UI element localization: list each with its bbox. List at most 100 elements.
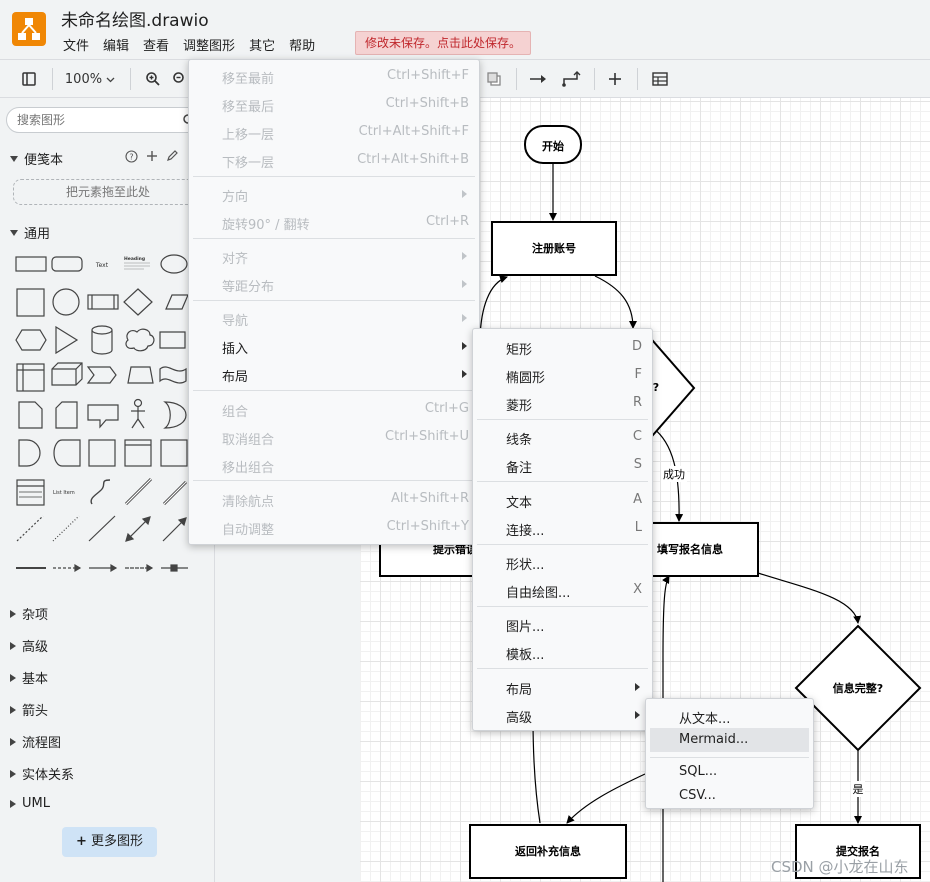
menu-item-layout[interactable]: 布局 — [189, 361, 479, 387]
shape-callout[interactable] — [87, 404, 119, 429]
shape-delay[interactable] — [18, 439, 41, 467]
shape-trapezoid[interactable] — [127, 366, 154, 384]
scratchpad-drop-zone[interactable]: 把元素拖至此处 — [13, 179, 203, 205]
to-back-icon[interactable] — [484, 68, 504, 90]
general-shape-palette[interactable]: Text Heading List Item — [0, 248, 215, 578]
advanced-mermaid[interactable]: Mermaid... — [650, 728, 809, 752]
shape-step[interactable] — [86, 366, 117, 384]
shape-cylinder[interactable] — [91, 325, 113, 355]
add-icon[interactable] — [146, 150, 158, 166]
shapes-sidebar: 便笺本 ? 把元素拖至此处 通用 — [0, 98, 215, 882]
more-shapes-button[interactable]: + 更多图形 — [62, 827, 157, 857]
shape-triangle[interactable] — [55, 325, 79, 355]
insert-rhombus[interactable]: 菱形 R — [473, 390, 652, 416]
sidebar-section-entity-relation[interactable]: 实体关系 — [10, 764, 74, 783]
menu-item-send-backward[interactable]: 下移一层 Ctrl+Alt+Shift+B — [189, 147, 479, 173]
sidebar-section-basic[interactable]: 基本 — [10, 668, 48, 687]
sidebar-section-uml[interactable]: UML — [10, 796, 50, 811]
table-icon[interactable] — [650, 68, 670, 90]
sidebar-section-advanced[interactable]: 高级 — [10, 636, 48, 655]
shape-tape[interactable] — [159, 366, 187, 384]
shape-curve[interactable] — [90, 479, 111, 505]
edit-pencil-icon[interactable] — [166, 150, 178, 166]
menu-item-ungroup[interactable]: 取消组合 Ctrl+Shift+U — [189, 424, 479, 450]
menu-item-group[interactable]: 组合 Ctrl+G — [189, 396, 479, 422]
shape-note[interactable] — [18, 401, 43, 429]
menu-item-insert[interactable]: 插入 — [189, 333, 479, 359]
advanced-csv[interactable]: CSV... — [650, 783, 809, 807]
menu-item-rotate-flip[interactable]: 旋转90° / 翻转 Ctrl+R — [189, 209, 479, 235]
menu-edit[interactable]: 编辑 — [96, 32, 136, 57]
menu-item-navigation[interactable]: 导航 — [189, 305, 479, 331]
zoom-out-icon[interactable] — [172, 68, 188, 90]
shape-or[interactable] — [163, 401, 187, 429]
menu-item-bring-forward[interactable]: 上移一层 Ctrl+Alt+Shift+F — [189, 119, 479, 145]
edge-register-decision[interactable] — [594, 275, 637, 329]
insert-layout[interactable]: 布局 — [473, 674, 652, 700]
edge-return-up[interactable] — [532, 717, 541, 824]
shape-parallelogram[interactable] — [165, 294, 189, 310]
menu-item-to-back[interactable]: 移至最后 Ctrl+Shift+B — [189, 91, 479, 117]
shape-card[interactable] — [55, 401, 78, 429]
shape-ellipse[interactable] — [160, 254, 188, 274]
collapse-arrow-icon — [10, 769, 16, 778]
shape-cloud[interactable] — [125, 328, 155, 352]
menu-item-align[interactable]: 对齐 — [189, 243, 479, 269]
edge-complete-return[interactable] — [566, 773, 646, 824]
shape-list[interactable] — [16, 479, 45, 506]
connection-icon[interactable] — [528, 68, 548, 90]
insert-freehand[interactable]: 自由绘图... X — [473, 577, 652, 603]
menu-item-direction[interactable]: 方向 — [189, 181, 479, 207]
shape-diamond[interactable] — [123, 288, 153, 316]
shape-internal-storage[interactable] — [88, 439, 116, 467]
shape-rectangle[interactable] — [15, 256, 47, 272]
zoom-dropdown[interactable]: 100% — [62, 68, 118, 90]
insert-line[interactable]: 线条 C — [473, 424, 652, 450]
shape-heading[interactable]: Heading — [124, 256, 145, 262]
document-title[interactable]: 未命名绘图.drawio — [61, 6, 209, 31]
help-icon[interactable]: ? — [125, 150, 138, 167]
general-section-header[interactable]: 通用 — [10, 223, 50, 242]
insert-note[interactable]: 备注 S — [473, 452, 652, 478]
shape-rounded-rectangle[interactable] — [51, 256, 83, 272]
shape-search-input[interactable] — [6, 107, 202, 133]
insert-icon[interactable] — [605, 68, 625, 90]
insert-rectangle[interactable]: 矩形 D — [473, 334, 652, 360]
menu-file[interactable]: 文件 — [56, 32, 96, 57]
scratchpad-header[interactable]: 便笺本 — [10, 149, 63, 168]
shape-circle[interactable] — [52, 288, 80, 316]
sidebar-section-flowchart[interactable]: 流程图 — [10, 732, 61, 751]
sidebar-section-arrows[interactable]: 箭头 — [10, 700, 48, 719]
menu-arrange[interactable]: 调整图形 — [176, 32, 242, 57]
insert-advanced[interactable]: 高级 — [473, 702, 652, 728]
shape-stored-data[interactable] — [53, 439, 81, 467]
insert-ellipse[interactable]: 椭圆形 F — [473, 362, 652, 388]
shape-square[interactable] — [16, 288, 45, 317]
insert-link[interactable]: 连接... L — [473, 515, 652, 541]
insert-text[interactable]: 文本 A — [473, 487, 652, 513]
shape-hexagon[interactable] — [15, 329, 47, 351]
menu-item-remove-from-group[interactable]: 移出组合 — [189, 452, 479, 478]
shape-cube[interactable] — [51, 362, 83, 386]
menu-item-to-front[interactable]: 移至最前 Ctrl+Shift+F — [189, 63, 479, 89]
insert-template[interactable]: 模板... — [473, 639, 652, 665]
menu-item-clear-waypoints[interactable]: 清除航点 Alt+Shift+R — [189, 486, 479, 512]
advanced-sql[interactable]: SQL... — [650, 759, 809, 783]
shape-text[interactable]: Text — [95, 262, 109, 269]
shape-list-item[interactable]: List Item — [53, 490, 75, 496]
menu-item-distribute[interactable]: 等距分布 — [189, 271, 479, 297]
edge-fill-complete[interactable] — [757, 572, 862, 624]
menu-item-autosize[interactable]: 自动调整 Ctrl+Shift+Y — [189, 514, 479, 540]
sidebar-section-misc[interactable]: 杂项 — [10, 604, 48, 623]
insert-image[interactable]: 图片... — [473, 611, 652, 637]
menu-view[interactable]: 查看 — [136, 32, 176, 57]
menu-extras[interactable]: 其它 — [242, 32, 282, 57]
unsaved-changes-banner[interactable]: 修改未保存。点击此处保存。 — [355, 31, 531, 55]
shape-container[interactable] — [16, 363, 45, 392]
advanced-from-text[interactable]: 从文本... — [650, 703, 809, 729]
zoom-in-icon[interactable] — [142, 68, 164, 90]
format-panel-icon[interactable] — [18, 68, 40, 90]
waypoint-icon[interactable] — [560, 68, 582, 90]
insert-shape[interactable]: 形状... — [473, 549, 652, 575]
menu-help[interactable]: 帮助 — [282, 32, 322, 57]
